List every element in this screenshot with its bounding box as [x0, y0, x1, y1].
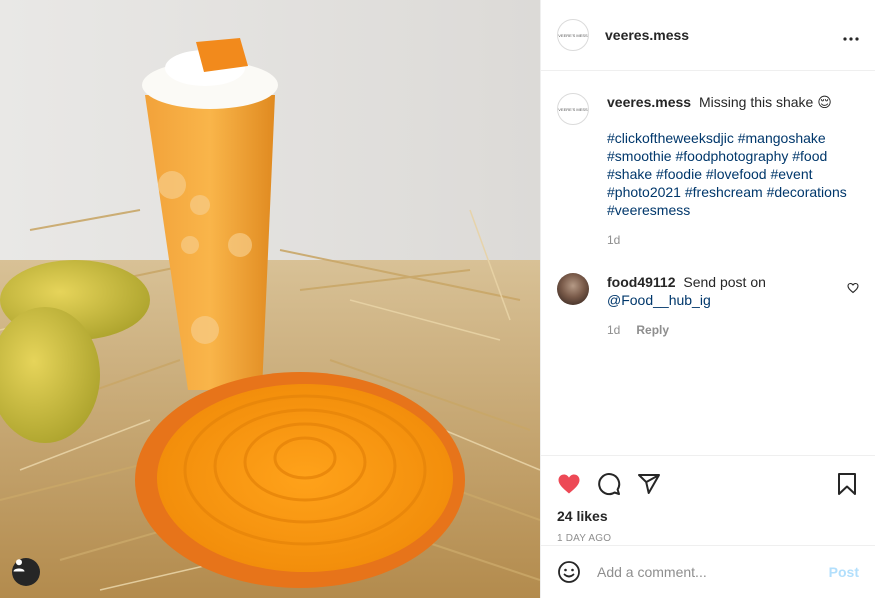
avatar-logo-text: VEERE'S MESS	[558, 32, 588, 38]
share-button[interactable]	[637, 472, 661, 496]
hashtag-link[interactable]: #freshcream	[685, 184, 763, 200]
post-sidebar: VEERE'S MESS veeres.mess VEERE'S MESS ve…	[540, 0, 875, 598]
caption-text: veeres.mess Missing this shake 😌	[607, 93, 847, 111]
hashtag-link[interactable]: #food	[792, 148, 827, 164]
hashtag-link[interactable]: #lovefood	[706, 166, 767, 182]
caption-avatar[interactable]: VEERE'S MESS	[557, 93, 589, 125]
comment-item: food49112 Send post on @Food__hub_ig 1d …	[557, 273, 859, 337]
comment-button[interactable]	[597, 472, 621, 496]
post-photo[interactable]	[0, 0, 540, 598]
save-button[interactable]	[835, 472, 859, 496]
caption-username[interactable]: veeres.mess	[607, 94, 691, 110]
post-timestamp[interactable]: 1 DAY AGO	[557, 533, 859, 544]
comment-username[interactable]: food49112	[607, 274, 675, 290]
hashtag-list: #clickoftheweeksdjic #mangoshake #smooth…	[607, 129, 847, 219]
emoji-icon	[558, 561, 580, 583]
post-header: VEERE'S MESS veeres.mess	[541, 0, 875, 71]
tagged-users-button[interactable]	[12, 558, 40, 586]
hashtag-link[interactable]: #foodphotography	[675, 148, 788, 164]
hashtag-link[interactable]: #foodie	[656, 166, 702, 182]
hashtag-link[interactable]: #shake	[607, 166, 652, 182]
author-username[interactable]: veeres.mess	[605, 27, 689, 43]
like-button[interactable]	[557, 472, 581, 496]
comment-meta: 1d Reply	[607, 323, 817, 337]
comment-age[interactable]: 1d	[607, 323, 620, 337]
caption-body: Missing this shake 😌	[698, 94, 832, 110]
comment-mention[interactable]: @Food__hub_ig	[607, 292, 711, 308]
like-count[interactable]: 24 likes	[557, 508, 859, 524]
avatar-logo-text: VEERE'S MESS	[558, 106, 588, 112]
comment-like-button[interactable]	[847, 281, 859, 337]
hashtag-link[interactable]: #clickoftheweeksdjic	[607, 130, 734, 146]
hashtag-link[interactable]: #photo2021	[607, 184, 681, 200]
comments-list[interactable]: VEERE'S MESS veeres.mess Missing this sh…	[541, 71, 875, 455]
comment-icon	[598, 473, 621, 496]
hashtag-link[interactable]: #mangoshake	[738, 130, 826, 146]
comment-input[interactable]	[597, 564, 829, 580]
more-options-button[interactable]	[843, 30, 859, 41]
instagram-post: VEERE'S MESS veeres.mess VEERE'S MESS ve…	[0, 0, 875, 598]
caption-meta: 1d	[607, 233, 847, 247]
caption-comment: VEERE'S MESS veeres.mess Missing this sh…	[557, 93, 859, 247]
hashtag-link[interactable]: #decorations	[767, 184, 847, 200]
hashtag-link[interactable]: #event	[770, 166, 812, 182]
reply-button[interactable]: Reply	[636, 323, 669, 337]
comment-text: food49112 Send post on @Food__hub_ig	[607, 273, 817, 309]
hashtag-link[interactable]: #smoothie	[607, 148, 672, 164]
bookmark-icon	[838, 473, 856, 495]
action-icon-row	[557, 464, 859, 504]
heart-outline-icon	[847, 282, 859, 294]
caption-age[interactable]: 1d	[607, 233, 620, 247]
send-icon	[638, 474, 660, 494]
heart-filled-icon	[558, 474, 580, 494]
comment-composer: Post	[541, 545, 875, 598]
mango-shake-photo	[0, 0, 540, 598]
author-avatar[interactable]: VEERE'S MESS	[557, 19, 589, 51]
commenter-avatar[interactable]	[557, 273, 589, 305]
emoji-picker-button[interactable]	[557, 560, 581, 584]
more-horizontal-icon	[843, 36, 859, 41]
post-actions: 24 likes 1 DAY AGO	[541, 455, 875, 545]
comment-body: Send post on	[683, 274, 766, 290]
hashtag-link[interactable]: #veeresmess	[607, 202, 690, 218]
user-icon	[13, 559, 25, 572]
post-comment-button[interactable]: Post	[829, 564, 859, 580]
